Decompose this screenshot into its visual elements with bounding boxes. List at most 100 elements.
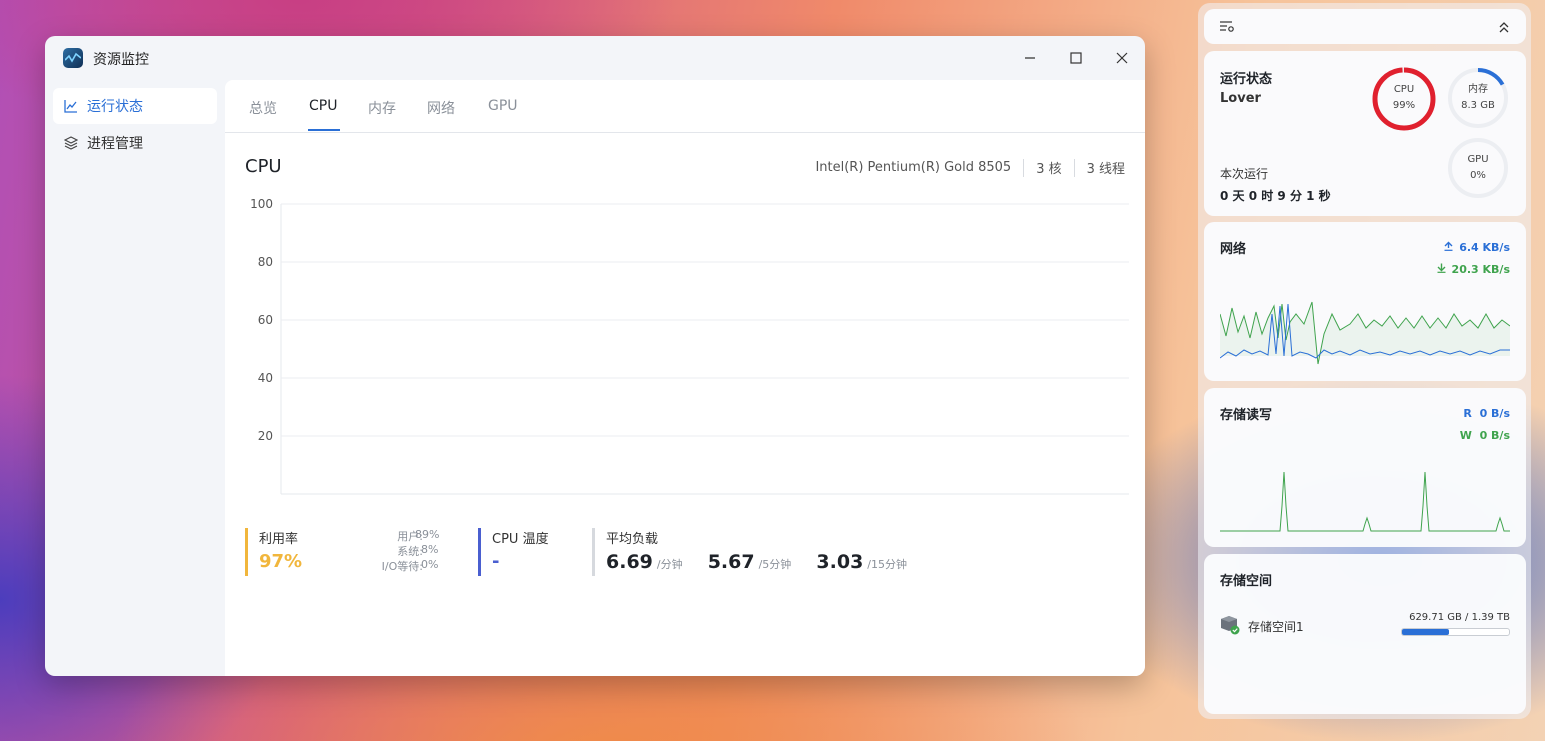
upload-value: 6.4 KB/s (1459, 241, 1510, 254)
app-icon (63, 48, 83, 68)
divider (1023, 158, 1025, 177)
y-tick-label: 60 (258, 313, 273, 327)
tab-memory[interactable]: 内存 (368, 98, 396, 118)
system-value: 8% (421, 543, 439, 556)
tab-network[interactable]: 网络 (427, 98, 455, 118)
temperature-accent-bar (478, 528, 481, 576)
disk-io-card: 存储读写 R 0 B/s W 0 B/s (1204, 388, 1526, 547)
cpu-threads: 3 线程 (1086, 162, 1125, 177)
tab-gpu[interactable]: GPU (488, 98, 518, 114)
io-wait-label: I/O等待: (381, 560, 423, 573)
network-sparkline (1220, 301, 1510, 365)
divider (1073, 158, 1075, 177)
sidebar-item-processes[interactable]: 进程管理 (53, 125, 217, 161)
tab-overview[interactable]: 总览 (249, 98, 277, 118)
widget-toolbar (1204, 9, 1526, 44)
y-tick-label: 40 (258, 371, 273, 385)
minimize-icon[interactable] (1018, 46, 1042, 70)
storage-progress-track (1401, 628, 1510, 636)
network-title: 网络 (1220, 242, 1247, 257)
cpu-ring-label: CPU 99% (1370, 82, 1438, 114)
storage-progress-fill (1402, 629, 1450, 635)
gpu-ring-label: GPU 0% (1445, 152, 1511, 184)
window-title: 资源监控 (93, 52, 149, 68)
sidebar-item-label: 进程管理 (87, 136, 143, 152)
uptime-label: 本次运行 (1220, 167, 1269, 181)
active-tab-indicator (308, 129, 340, 131)
settings-list-icon[interactable] (1219, 19, 1235, 38)
disk-io-sparkline (1220, 471, 1510, 532)
usage-accent-bar (245, 528, 248, 576)
network-card: 网络 6.4 KB/s 20.3 KB/s (1204, 222, 1526, 381)
load-15min-unit: /15分钟 (867, 558, 907, 571)
close-icon[interactable] (1110, 46, 1134, 70)
tab-bar: 总览 CPU 内存 网络 GPU (225, 80, 1145, 133)
gpu-ring-title: GPU (1467, 154, 1489, 165)
download-icon (1437, 263, 1446, 276)
status-title: 运行状态 (1220, 72, 1273, 87)
read-label: R (1463, 407, 1472, 420)
usage-stat: 利用率 97% 用户: 89% 系统: 8% I/O等待: 0% (245, 528, 459, 576)
cpu-usage-chart: 20 40 60 80 100 (243, 197, 1131, 503)
main-panel: 总览 CPU 内存 网络 GPU CPU Intel(R) Pentium(R)… (225, 80, 1145, 676)
upload-rate: 6.4 KB/s (1444, 241, 1510, 254)
temperature-label: CPU 温度 (492, 532, 549, 547)
storage-volume-icon (1220, 615, 1240, 639)
sidebar: 运行状态 进程管理 (45, 80, 225, 676)
write-label: W (1459, 429, 1472, 442)
sidebar-item-status[interactable]: 运行状态 (53, 88, 217, 124)
download-rate: 20.3 KB/s (1437, 263, 1510, 276)
load-accent-bar (592, 528, 595, 576)
load-1min-value: 6.69 (606, 551, 653, 573)
y-tick-label: 20 (258, 429, 273, 443)
storage-volume-name: 存储空间1 (1248, 620, 1304, 634)
load-values: 6.69/分钟 5.67/5分钟 3.03/15分钟 (606, 551, 1086, 573)
y-tick-label: 80 (258, 255, 273, 269)
system-label: 系统: (397, 545, 423, 558)
write-line (1220, 471, 1510, 532)
title-bar[interactable]: 资源监控 (45, 36, 1145, 80)
download-area (1220, 302, 1510, 364)
line-chart-icon (63, 98, 79, 114)
user-value: 89% (415, 528, 440, 541)
uptime-value: 0 天 0 时 9 分 1 秒 (1220, 189, 1331, 203)
chevron-up-double-icon[interactable] (1498, 19, 1510, 38)
cpu-info: Intel(R) Pentium(R) Gold 8505 3 核 3 线程 (815, 158, 1125, 177)
io-wait-value: 0% (421, 558, 439, 571)
load-label: 平均负载 (606, 532, 659, 547)
maximize-icon[interactable] (1064, 46, 1088, 70)
upload-icon (1444, 241, 1453, 254)
y-tick-label: 100 (250, 198, 273, 211)
layers-icon (63, 135, 79, 151)
status-card: 运行状态 Lover 本次运行 0 天 0 时 9 分 1 秒 CPU 99% … (1204, 51, 1526, 216)
section-title: CPU (245, 156, 282, 177)
cpu-chart-svg: 20 40 60 80 100 (250, 197, 1131, 495)
load-15min-value: 3.03 (816, 551, 864, 573)
gpu-ring-value: 0% (1470, 170, 1486, 181)
write-value: 0 B/s (1479, 429, 1510, 442)
memory-ring-title: 内存 (1468, 84, 1488, 95)
user-label: 用户: (397, 530, 423, 543)
download-value: 20.3 KB/s (1451, 263, 1510, 276)
memory-ring-label: 内存 8.3 GB (1445, 82, 1511, 114)
storage-title: 存储空间 (1220, 574, 1273, 589)
cpu-ring-value: 99% (1392, 100, 1416, 111)
temperature-stat: CPU 温度 - (478, 528, 592, 576)
read-rate: R 0 B/s (1463, 407, 1510, 420)
storage-card: 存储空间 存储空间1 629.71 GB / 1.39 TB (1204, 554, 1526, 714)
cpu-model: Intel(R) Pentium(R) Gold 8505 (815, 160, 1012, 175)
host-name: Lover (1220, 91, 1261, 106)
disk-io-title: 存储读写 (1220, 408, 1273, 423)
sidebar-item-label: 运行状态 (87, 99, 143, 115)
memory-ring-value: 8.3 GB (1461, 100, 1495, 111)
write-rate: W 0 B/s (1460, 429, 1510, 442)
resource-monitor-window: 资源监控 运行状态 进程管理 总览 CPU 内存 网络 GPU CPU Inte… (45, 36, 1145, 676)
temperature-value: - (492, 551, 500, 572)
cpu-ring-title: CPU (1393, 84, 1415, 95)
tab-cpu[interactable]: CPU (309, 98, 337, 114)
cpu-cores: 3 核 (1036, 162, 1062, 177)
load-1min-unit: /分钟 (656, 558, 683, 571)
read-value: 0 B/s (1479, 407, 1510, 420)
load-5min-unit: /5分钟 (758, 558, 792, 571)
load-average-stat: 平均负载 6.69/分钟 5.67/5分钟 3.03/15分钟 (592, 528, 1086, 576)
